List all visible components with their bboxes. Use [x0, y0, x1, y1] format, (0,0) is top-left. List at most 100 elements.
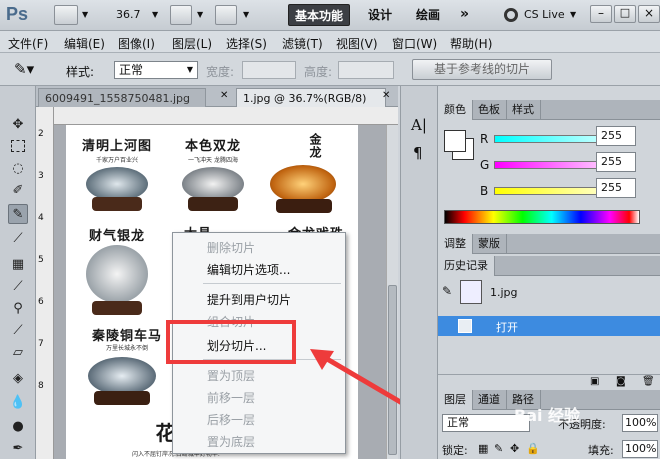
chevron-down-icon: ▼ [186, 65, 193, 74]
stand-image [276, 199, 332, 213]
tab-masks[interactable]: 蒙版 [472, 234, 507, 254]
tab-adjustments[interactable]: 调整 [438, 234, 473, 254]
lock-transparent-icon[interactable]: ▦ [478, 442, 488, 455]
ruler-mark: 2 [38, 129, 44, 139]
menu-edit[interactable]: 编辑(E) [64, 35, 105, 52]
cell-subtitle: 一飞冲天 龙腾四海 [188, 157, 238, 164]
ruler-mark: 7 [38, 339, 44, 349]
image-cell: 清明上河图 千家万户百业兴 [72, 129, 162, 219]
zoom-level[interactable]: 36.7 [116, 8, 141, 21]
chevron-down-icon: ▼ [197, 10, 204, 19]
tab-document-2[interactable]: 1.jpg @ 36.7%(RGB/8) [236, 88, 386, 107]
right-panels: 颜色 色板 样式 R 255 G 255 B 255 调整 蒙版 历史记录 ✎ … [438, 86, 660, 459]
menu-item-send-backward[interactable]: 后移一层 [207, 411, 255, 428]
slice-select-tool-icon[interactable]: ✎ [8, 204, 28, 224]
close-button[interactable]: × [638, 5, 660, 23]
trash-icon[interactable]: 🗑 [642, 376, 655, 387]
lasso-tool-icon[interactable]: ◌ [8, 158, 28, 178]
chevron-down-icon: ▼ [570, 10, 577, 19]
healing-brush-tool-icon[interactable]: ▦ [8, 254, 28, 274]
clone-stamp-tool-icon[interactable]: ⚲ [8, 298, 28, 318]
new-snapshot-icon[interactable]: ◙ [616, 376, 626, 387]
eraser-tool-icon[interactable]: ▱ [8, 342, 28, 362]
tab-document-1[interactable]: 6009491_1558750481.jpg [38, 88, 206, 107]
launch-bridge-button[interactable] [54, 5, 78, 25]
fill-field[interactable]: 100% [622, 440, 658, 458]
history-brush-icon[interactable]: ✎ [442, 284, 452, 298]
lock-image-icon[interactable]: ✎ [494, 442, 503, 455]
brush-tool-icon[interactable]: ⟋ [8, 276, 28, 296]
screen-mode-button[interactable] [215, 5, 237, 25]
workspace-painting[interactable]: 绘画 [410, 4, 446, 26]
stand-image [94, 391, 150, 405]
application-bar: Ps ▼ 36.7 ▼ ▼ ▼ 基本功能 设计 绘画 » CS Live ▼ –… [0, 0, 660, 31]
color-panel-tabs: 颜色 色板 样式 [438, 100, 660, 120]
menu-image[interactable]: 图像(I) [118, 35, 155, 52]
menu-item-promote-slice[interactable]: 提升到用户切片 [207, 291, 291, 308]
width-field[interactable] [242, 61, 296, 79]
menu-item-delete-slice[interactable]: 删除切片 [207, 239, 255, 256]
close-icon[interactable]: ✕ [382, 90, 390, 101]
menu-filter[interactable]: 滤镜(T) [282, 35, 323, 52]
cs-live-button[interactable]: CS Live [524, 8, 565, 21]
tab-channels[interactable]: 通道 [472, 390, 507, 410]
eyedropper-tool-icon[interactable]: ⟋ [8, 228, 28, 248]
more-workspaces-icon[interactable]: » [460, 6, 469, 22]
opacity-field[interactable]: 100% [622, 414, 658, 432]
slices-from-guides-button[interactable]: 基于参考线的切片 [412, 59, 552, 80]
pen-tool-icon[interactable]: ✒ [8, 438, 28, 458]
menu-select[interactable]: 选择(S) [226, 35, 267, 52]
slice-select-tool-icon[interactable]: ✎▾ [14, 60, 44, 80]
menu-item-send-to-back[interactable]: 置为底层 [207, 433, 255, 450]
history-snapshot-row[interactable]: ✎ 1.jpg [438, 278, 660, 308]
arrange-documents-button[interactable] [170, 5, 192, 25]
new-document-icon[interactable]: ▣ [590, 376, 599, 387]
tab-layers[interactable]: 图层 [438, 390, 473, 410]
channel-label-g: G [480, 158, 490, 172]
height-field[interactable] [338, 61, 394, 79]
paragraph-panel-icon[interactable]: ¶ [413, 144, 423, 162]
style-select[interactable]: 正常 ▼ [114, 61, 198, 79]
menu-item-bring-to-front[interactable]: 置为顶层 [207, 367, 255, 384]
paint-bucket-tool-icon[interactable]: ◈ [8, 368, 28, 388]
blur-tool-icon[interactable]: 💧 [8, 392, 28, 412]
history-step-row[interactable]: 打开 [438, 316, 660, 336]
menu-view[interactable]: 视图(V) [336, 35, 378, 52]
green-value-field[interactable]: 255 [596, 152, 636, 172]
tab-history[interactable]: 历史记录 [438, 256, 495, 276]
cell-subtitle: 千家万户百业兴 [95, 157, 138, 164]
menu-window[interactable]: 窗口(W) [392, 35, 437, 52]
character-panel-icon[interactable]: A| [411, 116, 427, 134]
tab-color[interactable]: 颜色 [438, 100, 473, 120]
cs-live-icon [504, 8, 518, 22]
close-icon[interactable]: ✕ [220, 90, 228, 101]
tab-styles[interactable]: 样式 [506, 100, 541, 120]
lock-all-icon[interactable]: 🔒 [526, 442, 540, 455]
workspace-essentials[interactable]: 基本功能 [288, 4, 351, 26]
style-value: 正常 [119, 63, 144, 77]
move-tool-icon[interactable]: ✥ [8, 114, 28, 134]
quick-select-tool-icon[interactable]: ✐ [8, 180, 28, 200]
bowl-image [86, 245, 148, 303]
color-spectrum-bar[interactable] [444, 210, 640, 224]
dodge-tool-icon[interactable]: ● [8, 416, 28, 436]
marquee-tool-icon[interactable] [8, 136, 28, 156]
workspace-design[interactable]: 设计 [362, 4, 398, 26]
minimize-button[interactable]: – [590, 5, 612, 23]
maximize-button[interactable]: □ [614, 5, 636, 23]
menu-item-edit-slice-options[interactable]: 编辑切片选项... [207, 261, 290, 278]
blue-value-field[interactable]: 255 [596, 178, 636, 198]
menu-file[interactable]: 文件(F) [8, 35, 48, 52]
adjustments-panel-tabs: 调整 蒙版 [438, 234, 660, 254]
foreground-color-swatch[interactable] [444, 130, 466, 152]
collapsed-panels: A| ¶ [400, 86, 438, 459]
lock-position-icon[interactable]: ✥ [510, 442, 519, 455]
menu-layer[interactable]: 图层(L) [172, 35, 212, 52]
menu-help[interactable]: 帮助(H) [450, 35, 492, 52]
red-value-field[interactable]: 255 [596, 126, 636, 146]
image-cell: 本色双龙 一飞冲天 龙腾四海 [168, 129, 258, 219]
history-brush-tool-icon[interactable]: ⟋ [8, 320, 28, 340]
stand-image [92, 197, 142, 211]
tab-swatches[interactable]: 色板 [472, 100, 507, 120]
menu-item-bring-forward[interactable]: 前移一层 [207, 389, 255, 406]
